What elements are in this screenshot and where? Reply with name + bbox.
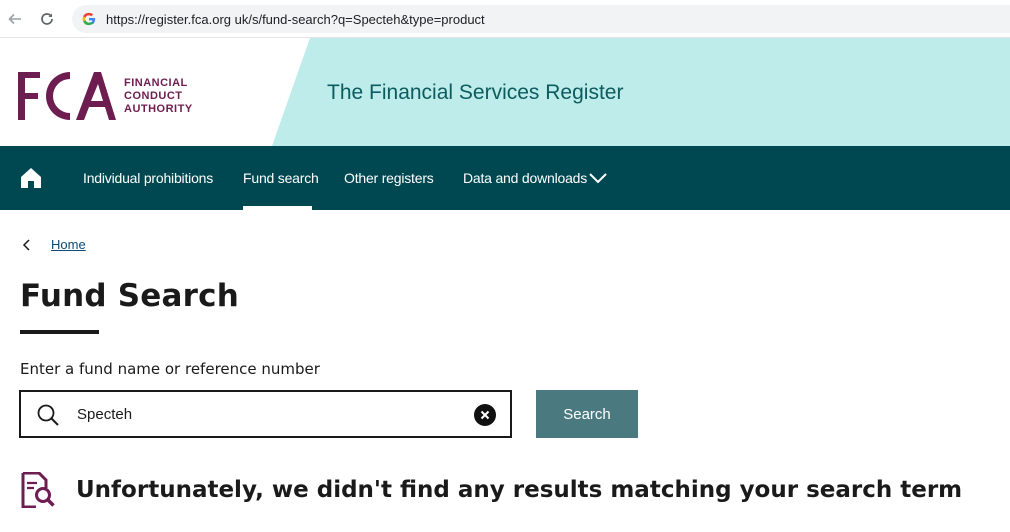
- address-bar[interactable]: https://register.fca.org uk/s/fund-searc…: [72, 5, 1010, 33]
- home-icon[interactable]: [20, 167, 42, 189]
- logo-line-financial: FINANCIAL: [124, 76, 188, 89]
- chevron-down-icon[interactable]: [588, 172, 608, 184]
- nav-other-registers[interactable]: Other registers: [344, 170, 434, 186]
- logo-line-conduct: CONDUCT: [124, 89, 183, 102]
- chevron-left-icon: [22, 239, 30, 251]
- page-title: Fund Search: [20, 278, 239, 314]
- search-field[interactable]: [19, 390, 512, 438]
- clear-search-icon[interactable]: [474, 404, 496, 426]
- site-header: FINANCIAL CONDUCT AUTHORITY The Financia…: [0, 38, 1010, 146]
- logo-line-authority: AUTHORITY: [124, 102, 193, 115]
- back-arrow-icon[interactable]: [3, 7, 27, 31]
- browser-toolbar: https://register.fca.org uk/s/fund-searc…: [0, 0, 1010, 38]
- active-nav-indicator: [243, 206, 312, 210]
- breadcrumb-home-link[interactable]: Home: [51, 237, 86, 252]
- search-input[interactable]: [77, 402, 457, 426]
- fca-logo[interactable]: FINANCIAL CONDUCT AUTHORITY: [18, 72, 193, 120]
- nav-fund-search[interactable]: Fund search: [243, 170, 319, 186]
- url-text: https://register.fca.org uk/s/fund-searc…: [106, 11, 485, 27]
- fca-logo-mark: [18, 72, 116, 120]
- main-nav: Individual prohibitions Fund search Othe…: [0, 146, 1010, 210]
- no-results-message: Unfortunately, we didn't find any result…: [76, 477, 963, 503]
- title-underline: [20, 330, 99, 334]
- google-g-icon: [82, 12, 96, 26]
- search-label: Enter a fund name or reference number: [20, 360, 320, 378]
- document-search-icon: [21, 472, 55, 508]
- fca-logo-text: FINANCIAL CONDUCT AUTHORITY: [124, 77, 193, 116]
- search-icon: [37, 404, 59, 426]
- register-title: The Financial Services Register: [327, 81, 624, 104]
- search-button[interactable]: Search: [536, 390, 638, 438]
- nav-data-and-downloads[interactable]: Data and downloads: [463, 170, 587, 186]
- nav-individual-prohibitions[interactable]: Individual prohibitions: [83, 170, 213, 186]
- reload-icon[interactable]: [35, 7, 59, 31]
